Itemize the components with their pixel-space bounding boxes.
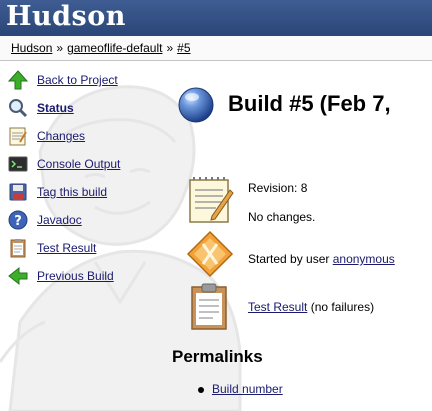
save-icon — [9, 183, 27, 201]
task-label[interactable]: Console Output — [37, 157, 120, 171]
test-result-summary: (no failures) — [310, 300, 375, 314]
task-console-output[interactable]: Console Output — [6, 150, 171, 178]
clipboard-icon — [191, 283, 227, 330]
up-arrow-icon — [8, 70, 28, 90]
task-label[interactable]: Tag this build — [37, 185, 107, 199]
permalink-build-number[interactable]: Build number — [212, 382, 283, 396]
changes-section: Revision: 8 No changes. — [186, 176, 426, 236]
task-test-result[interactable]: Test Result — [6, 234, 171, 262]
task-label[interactable]: Test Result — [37, 241, 96, 255]
test-result-section: Test Result (no failures) — [186, 283, 426, 330]
permalinks-heading: Permalinks — [172, 347, 263, 366]
changes-text: No changes. — [248, 210, 316, 224]
breadcrumb-separator: » — [56, 41, 64, 55]
task-previous-build[interactable]: Previous Build — [6, 262, 171, 290]
magnifier-icon — [9, 99, 28, 118]
task-label[interactable]: Previous Build — [37, 269, 114, 283]
task-label[interactable]: Back to Project — [37, 73, 118, 87]
left-arrow-icon — [8, 266, 28, 286]
breadcrumb-bar: Hudson» gameoflife-default» #5 — [0, 36, 432, 61]
breadcrumb-separator: » — [166, 41, 174, 55]
cause-section: Started by user anonymous — [186, 230, 426, 282]
hudson-cause-icon — [186, 230, 234, 278]
breadcrumb-job[interactable]: gameoflife-default — [67, 41, 162, 55]
header-bar: Hudson — [0, 0, 432, 36]
help-icon: ? — [8, 210, 28, 230]
test-result-text: Test Result (no failures) — [248, 300, 374, 314]
side-panel: Back to Project Status Changes Console O… — [6, 66, 171, 290]
task-tag-build[interactable]: Tag this build — [6, 178, 171, 206]
revision-text: Revision: 8 — [248, 181, 308, 195]
notepad-icon — [189, 177, 234, 223]
task-back-to-project[interactable]: Back to Project — [6, 66, 171, 94]
svg-text:?: ? — [14, 214, 22, 229]
task-changes[interactable]: Changes — [6, 122, 171, 150]
breadcrumb: Hudson» gameoflife-default» #5 — [11, 41, 191, 55]
started-by-label: Started by user — [248, 252, 330, 266]
started-by-text: Started by user anonymous — [248, 252, 395, 266]
notepad-icon — [9, 127, 27, 146]
task-javadoc[interactable]: ? Javadoc — [6, 206, 171, 234]
build-status-ball-icon — [178, 87, 214, 123]
user-link[interactable]: anonymous — [333, 252, 395, 266]
bullet-icon — [198, 386, 204, 393]
permalink-item: Build number — [198, 382, 283, 396]
task-label[interactable]: Status — [37, 101, 74, 115]
test-result-link[interactable]: Test Result — [248, 300, 307, 314]
clipboard-icon — [10, 239, 26, 258]
task-label[interactable]: Javadoc — [37, 213, 82, 227]
task-label[interactable]: Changes — [37, 129, 85, 143]
breadcrumb-hudson[interactable]: Hudson — [11, 41, 52, 55]
task-status[interactable]: Status — [6, 94, 171, 122]
breadcrumb-build[interactable]: #5 — [177, 41, 190, 55]
page-title: Build #5 (Feb 7, — [228, 91, 391, 116]
terminal-icon — [8, 156, 28, 172]
hudson-logo[interactable]: Hudson — [6, 1, 126, 32]
